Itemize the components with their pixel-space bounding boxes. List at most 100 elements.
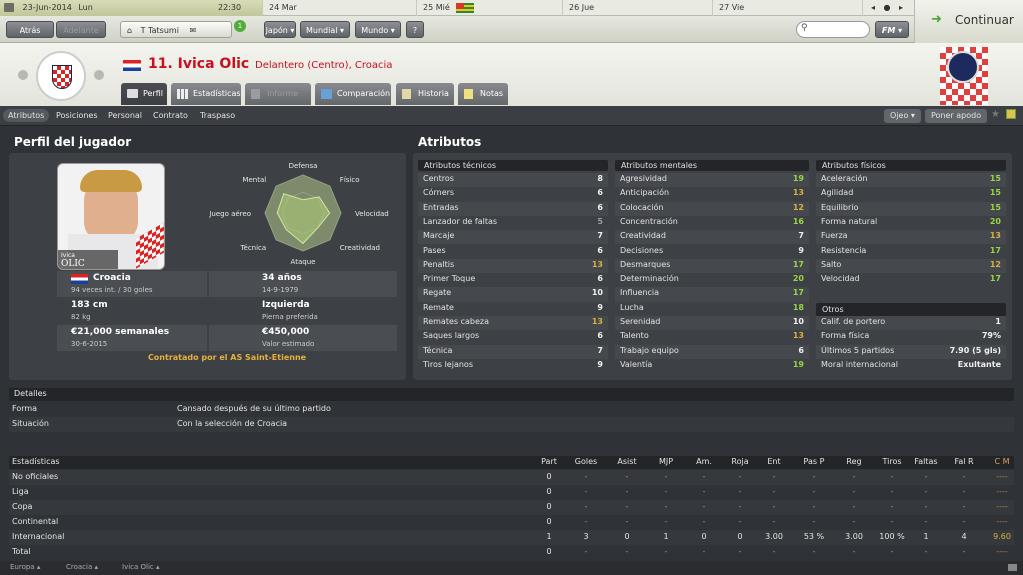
breadcrumb-europe[interactable]: Europa ▴ bbox=[10, 563, 40, 571]
stats-cell: - bbox=[772, 502, 776, 511]
stats-cell: 100 % bbox=[879, 532, 905, 541]
attribute-name: Remate bbox=[423, 302, 454, 312]
mental-header: Atributos mentales bbox=[615, 160, 809, 171]
subtab-attributes[interactable]: Atributos bbox=[3, 109, 50, 122]
tab-notes[interactable]: Notas bbox=[458, 83, 508, 105]
croatia-flag-icon bbox=[71, 274, 88, 284]
japan-menu-button[interactable]: Japón ▾ bbox=[264, 21, 296, 38]
calendar-controls[interactable]: ◂ ● ▸ bbox=[862, 0, 914, 16]
forward-label: Adelante bbox=[63, 26, 99, 35]
breadcrumb-croatia[interactable]: Croacia ▴ bbox=[66, 563, 98, 571]
attribute-name: Talento bbox=[620, 331, 649, 341]
attribute-row: Serenidad 10 bbox=[615, 316, 809, 331]
stats-cell: - bbox=[852, 547, 856, 556]
tab-report[interactable]: Informe bbox=[245, 83, 311, 105]
player-value: €450,000 bbox=[262, 327, 310, 337]
attribute-value: 17 bbox=[792, 288, 804, 298]
attribute-name: Trabajo equipo bbox=[620, 345, 679, 355]
stats-column-header: Am. bbox=[696, 457, 712, 466]
history-icon bbox=[402, 89, 411, 99]
attribute-value: 17 bbox=[792, 259, 804, 269]
tab-comparison[interactable]: Comparación bbox=[315, 83, 391, 105]
attribute-row: Agilidad 15 bbox=[816, 187, 1006, 201]
attribute-row: Remates cabeza 13 bbox=[418, 316, 608, 331]
nickname-button[interactable]: Poner apodo bbox=[925, 109, 988, 123]
subtab-personal[interactable]: Personal bbox=[108, 109, 142, 122]
attribute-row: Talento 13 bbox=[615, 330, 809, 344]
continue-button[interactable]: ➜ Continuar bbox=[914, 0, 1023, 43]
stats-cell: - bbox=[812, 517, 816, 526]
help-button[interactable]: ? bbox=[406, 21, 424, 38]
calendar-current-day[interactable]: 23-Jun-2014 Lun 22:30 bbox=[0, 0, 262, 16]
world-menu-button[interactable]: Mundo ▾ bbox=[355, 21, 401, 38]
attribute-value: 8 bbox=[597, 174, 603, 183]
tab-profile[interactable]: Perfil bbox=[121, 83, 167, 105]
stats-column-header: Ent bbox=[767, 457, 781, 466]
manager-menu-button[interactable]: ⌂ T Tatsumi ✉ bbox=[120, 21, 232, 38]
stats-cell: - bbox=[852, 487, 856, 496]
calendar-day-26[interactable]: 26 Jue bbox=[562, 0, 712, 16]
scout-button[interactable]: Ojeo ▾ bbox=[884, 109, 921, 123]
stats-cell: - bbox=[962, 517, 966, 526]
screen-icon[interactable] bbox=[1008, 564, 1017, 571]
stats-row: No oficiales 0- - - - - - - - - - - ---- bbox=[9, 470, 1014, 485]
stats-cell: 53 % bbox=[803, 532, 825, 541]
attribute-value: 6 bbox=[597, 274, 603, 284]
star-icon[interactable]: ★ bbox=[991, 109, 1000, 120]
previous-player-icon[interactable] bbox=[18, 70, 28, 80]
attribute-name: Saques largos bbox=[423, 331, 480, 341]
subtab-contract[interactable]: Contrato bbox=[153, 109, 188, 122]
caps-goals: 94 veces int. / 30 goles bbox=[71, 286, 153, 294]
attribute-value: 1 bbox=[995, 317, 1001, 326]
attribute-name: Centros bbox=[423, 174, 454, 183]
tab-statistics[interactable]: Estadísticas bbox=[171, 83, 241, 105]
calendar-day-24[interactable]: 24 Mar bbox=[262, 0, 416, 16]
breadcrumb-player[interactable]: Ivica Olic ▴ bbox=[122, 563, 160, 571]
calendar-nav-icon[interactable]: ◂ ● ▸ bbox=[871, 3, 906, 12]
calendar-bar: 23-Jun-2014 Lun 22:30 24 Mar 25 Mié 26 J… bbox=[0, 0, 1023, 16]
calendar-day-27[interactable]: 27 Vie bbox=[712, 0, 862, 16]
attribute-name: Concentración bbox=[620, 216, 678, 226]
stats-cell: ---- bbox=[996, 547, 1008, 556]
subtab-positions[interactable]: Posiciones bbox=[56, 109, 98, 122]
nameplate-last: OLIC bbox=[61, 259, 85, 269]
world-cup-menu-button[interactable]: Mundial ▾ bbox=[300, 21, 350, 38]
stats-column-header: Fal R bbox=[954, 457, 974, 466]
fm-menu-button[interactable]: FM ▾ bbox=[875, 21, 909, 38]
stats-cell: ---- bbox=[996, 517, 1008, 526]
next-player-icon[interactable] bbox=[94, 70, 104, 80]
stats-row-label: Internacional bbox=[12, 532, 65, 541]
subtab-transfer[interactable]: Traspaso bbox=[200, 109, 235, 122]
stats-column-header: Tiros bbox=[882, 457, 902, 466]
attribute-value: 17 bbox=[989, 245, 1001, 255]
back-button[interactable]: Atrás bbox=[6, 21, 54, 38]
stats-cell: - bbox=[852, 502, 856, 511]
stats-cell: - bbox=[625, 547, 629, 556]
stats-cell: - bbox=[625, 517, 629, 526]
contracted-by[interactable]: Contratado por el AS Saint-Etienne bbox=[57, 353, 397, 362]
edit-note-icon[interactable] bbox=[1006, 109, 1016, 119]
attribute-value: 13 bbox=[792, 188, 804, 198]
player-weight: 82 kg bbox=[71, 313, 91, 321]
attribute-name: Influencia bbox=[620, 288, 660, 298]
notification-badge[interactable]: 1 bbox=[234, 20, 246, 32]
tab-history[interactable]: Historia bbox=[396, 83, 454, 105]
stats-cell: - bbox=[924, 472, 928, 481]
attribute-row: Centros 8 bbox=[418, 173, 608, 188]
attribute-row: Concentración 16 bbox=[615, 216, 809, 230]
stats-cell: - bbox=[772, 472, 776, 481]
stats-cell: 0 bbox=[546, 487, 552, 496]
stats-header-row: Estadísticas Part Goles Asist MJP Am. Roja Ent P… bbox=[9, 456, 1014, 469]
search-input[interactable]: ⚲ bbox=[796, 21, 870, 38]
attribute-name: Primer Toque bbox=[423, 274, 476, 284]
stats-cell: - bbox=[962, 547, 966, 556]
attribute-value: 9 bbox=[798, 245, 804, 255]
forward-button[interactable]: Adelante bbox=[56, 21, 106, 38]
attribute-name: Velocidad bbox=[821, 274, 860, 284]
nation-name[interactable]: Croacia bbox=[93, 273, 131, 283]
notes-icon bbox=[464, 89, 473, 99]
stats-column-header: Pas P bbox=[803, 457, 825, 466]
notification-count: 1 bbox=[237, 22, 243, 30]
calendar-day-25[interactable]: 25 Mié bbox=[416, 0, 562, 16]
stats-row: Copa 0- - - - - - - - - - - ---- bbox=[9, 500, 1014, 515]
